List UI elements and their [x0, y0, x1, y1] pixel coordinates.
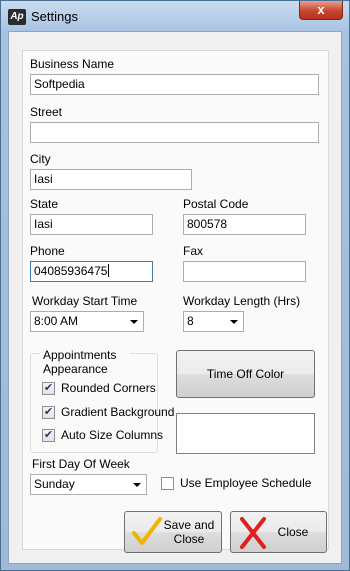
close-button-label: Close	[277, 525, 309, 539]
workday-length-value: 8	[187, 314, 194, 328]
close-button[interactable]: Close	[230, 511, 327, 553]
window-title: Settings	[31, 9, 78, 24]
phone-value: 04085936475	[34, 264, 108, 278]
check-icon: ✔	[43, 406, 54, 418]
first-day-of-week-select[interactable]: Sunday	[30, 474, 147, 495]
workday-start-label: Workday Start Time	[32, 294, 138, 308]
save-close-line1: Save and	[163, 518, 215, 532]
time-off-color-button[interactable]: Time Off Color	[176, 350, 315, 398]
chevron-down-icon	[230, 320, 238, 324]
checkmark-icon	[132, 517, 162, 545]
business-name-label: Business Name	[30, 57, 115, 71]
title-bar[interactable]: Ap Settings x	[1, 1, 349, 31]
state-label: State	[30, 197, 59, 211]
check-icon: ✔	[43, 429, 54, 441]
check-icon: ✔	[43, 382, 54, 394]
chevron-down-icon	[130, 320, 138, 324]
street-input[interactable]	[30, 122, 319, 143]
rounded-corners-label: Rounded Corners	[61, 381, 156, 395]
workday-start-value: 8:00 AM	[34, 314, 79, 328]
city-label: City	[30, 152, 51, 166]
first-day-of-week-label: First Day Of Week	[32, 457, 130, 471]
auto-size-columns-label: Auto Size Columns	[61, 428, 164, 442]
time-off-color-swatch[interactable]	[176, 413, 315, 454]
fax-label: Fax	[183, 244, 204, 258]
phone-input[interactable]: 04085936475	[30, 261, 153, 282]
postal-code-input[interactable]: 800578	[183, 214, 306, 235]
workday-length-select[interactable]: 8	[183, 311, 244, 332]
rounded-corners-checkbox[interactable]: ✔	[42, 382, 55, 395]
use-employee-schedule-label: Use Employee Schedule	[180, 476, 312, 490]
client-area: Business Name Softpedia Street City Iasi…	[8, 31, 342, 564]
business-name-input[interactable]: Softpedia	[30, 74, 319, 95]
fax-input[interactable]	[183, 261, 306, 282]
auto-size-columns-checkbox[interactable]: ✔	[42, 429, 55, 442]
chevron-down-icon	[133, 483, 141, 487]
postal-code-label: Postal Code	[183, 197, 249, 211]
street-label: Street	[30, 105, 63, 119]
window-close-button[interactable]: x	[299, 1, 343, 20]
first-day-of-week-value: Sunday	[34, 477, 75, 491]
settings-window: Ap Settings x Business Name Softpedia St…	[0, 0, 350, 571]
workday-start-select[interactable]: 8:00 AM	[30, 311, 144, 332]
gradient-background-checkbox[interactable]: ✔	[42, 406, 55, 419]
use-employee-schedule-checkbox[interactable]	[161, 477, 174, 490]
workday-length-label: Workday Length (Hrs)	[183, 294, 301, 308]
red-x-icon	[240, 517, 266, 549]
save-close-line2: Close	[173, 532, 205, 546]
state-input[interactable]: Iasi	[30, 214, 153, 235]
city-input[interactable]: Iasi	[30, 169, 192, 190]
phone-label: Phone	[30, 244, 65, 258]
gradient-background-label: Gradient Background	[61, 405, 175, 419]
close-icon: x	[317, 2, 325, 17]
text-caret	[108, 264, 110, 277]
appointments-group-title: Appointments Appearance	[40, 348, 130, 376]
app-icon: Ap	[8, 9, 26, 25]
save-and-close-button[interactable]: Save and Close	[124, 511, 222, 553]
